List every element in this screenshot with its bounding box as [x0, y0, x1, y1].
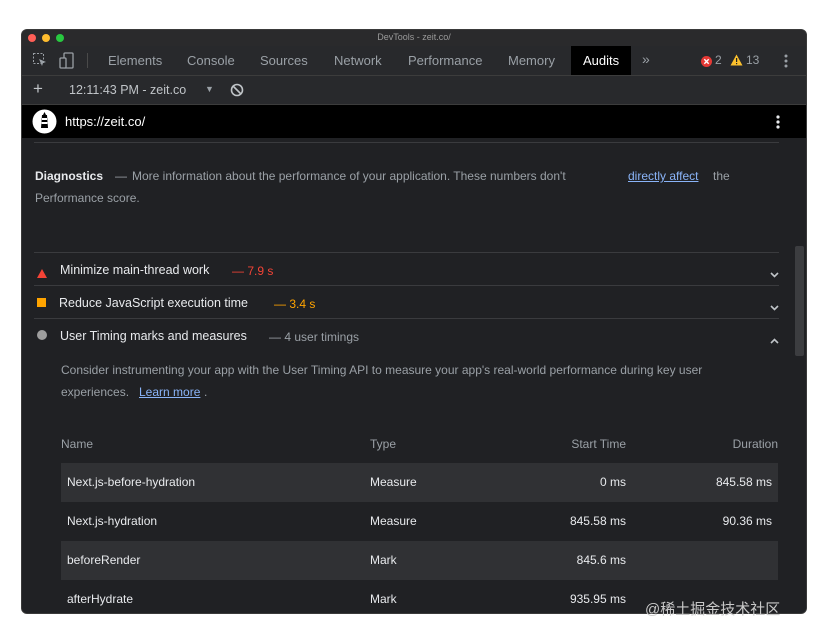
tab-sources[interactable]: Sources	[260, 46, 308, 75]
lighthouse-icon	[32, 109, 57, 139]
audit-value: — 3.4 s	[274, 297, 316, 311]
audits-toolbar: + 12:11:43 PM - zeit.co ▼	[22, 76, 806, 105]
table-row: beforeRender Mark 845.6 ms	[61, 541, 778, 580]
column-header-start-time: Start Time	[571, 437, 626, 451]
cell-start-time: 845.6 ms	[576, 553, 626, 567]
audit-reduce-js-execution[interactable]: Reduce JavaScript execution time — 3.4 s	[34, 285, 779, 319]
chevron-down-icon[interactable]: ▼	[205, 84, 214, 94]
diagnostics-dash: —	[115, 169, 127, 183]
cell-type: Mark	[370, 553, 397, 567]
kebab-menu-icon[interactable]	[784, 53, 788, 74]
more-tabs-icon[interactable]: »	[642, 51, 650, 67]
info-circle-icon	[37, 330, 47, 340]
tab-performance[interactable]: Performance	[408, 46, 482, 75]
report-url-bar: https://zeit.co/	[22, 105, 806, 138]
cell-start-time: 0 ms	[599, 475, 626, 489]
cell-type: Measure	[370, 475, 417, 489]
column-header-type: Type	[370, 437, 397, 451]
cell-duration: 90.36 ms	[722, 514, 772, 528]
tab-elements[interactable]: Elements	[108, 46, 162, 75]
audit-minimize-main-thread[interactable]: Minimize main-thread work — 7.9 s	[34, 252, 779, 286]
warning-icon	[730, 53, 743, 71]
audit-title: User Timing marks and measures	[60, 329, 247, 343]
table-row: Next.js-before-hydration Measure 0 ms 84…	[61, 463, 778, 502]
learn-more-link[interactable]: Learn more	[139, 385, 200, 399]
column-header-duration: Duration	[732, 437, 778, 451]
audit-title: Minimize main-thread work	[60, 263, 210, 277]
clear-icon[interactable]	[230, 83, 244, 102]
cell-type: Mark	[370, 592, 397, 606]
audit-title: Reduce JavaScript execution time	[59, 296, 248, 310]
tab-network[interactable]: Network	[334, 46, 382, 75]
cell-name: Next.js-hydration	[67, 514, 158, 528]
fail-triangle-icon	[37, 265, 47, 283]
inspect-element-icon[interactable]	[32, 52, 48, 73]
report-url[interactable]: https://zeit.co/	[65, 114, 145, 129]
tab-console[interactable]: Console	[187, 46, 235, 75]
panel-tab-bar: Elements Console Sources Network Perform…	[22, 46, 806, 76]
cell-duration: 845.58 ms	[715, 475, 772, 489]
toolbar-divider	[87, 53, 88, 68]
window-title: DevTools - zeit.co/	[377, 32, 451, 42]
audit-value: — 4 user timings	[269, 330, 360, 344]
warning-count[interactable]: 13	[746, 46, 759, 75]
user-timing-description: Consider instrumenting your app with the…	[61, 363, 703, 377]
cell-start-time: 845.58 ms	[569, 514, 626, 528]
tab-audits[interactable]: Audits	[571, 46, 632, 75]
diagnostics-title: Diagnostics	[35, 169, 104, 183]
section-divider	[34, 142, 779, 143]
average-square-icon	[37, 298, 46, 307]
cell-start-time: 935.95 ms	[569, 592, 626, 606]
report-content: Diagnostics — More information about the…	[22, 138, 806, 613]
diagnostics-description-line2: Performance score.	[35, 191, 140, 205]
diagnostics-description: More information about the performance o…	[132, 169, 566, 183]
cell-name: beforeRender	[67, 553, 141, 567]
learn-more-period: .	[204, 385, 208, 399]
audit-session-select[interactable]: 12:11:43 PM - zeit.co	[69, 83, 186, 97]
cell-name: Next.js-before-hydration	[67, 475, 196, 489]
new-audit-button[interactable]: +	[33, 79, 43, 99]
device-toolbar-icon[interactable]	[59, 52, 75, 74]
column-header-name: Name	[61, 437, 94, 451]
error-count[interactable]: 2	[715, 46, 722, 75]
chevron-up-icon[interactable]	[770, 331, 779, 344]
user-timing-description-line2: experiences.	[61, 385, 130, 399]
diagnostics-description-end: the	[713, 169, 730, 183]
chevron-down-icon[interactable]	[770, 298, 779, 311]
tab-memory[interactable]: Memory	[508, 46, 555, 75]
cell-type: Measure	[370, 514, 417, 528]
table-row: Next.js-hydration Measure 845.58 ms 90.3…	[61, 502, 778, 541]
devtools-window: DevTools - zeit.co/ Elements Console Sou…	[22, 30, 806, 613]
watermark: @稀土掘金技术社区	[645, 601, 781, 618]
audit-value: — 7.9 s	[232, 264, 274, 278]
report-menu-icon[interactable]	[776, 114, 780, 135]
vertical-scrollbar[interactable]	[795, 246, 804, 356]
title-bar: DevTools - zeit.co/	[22, 30, 806, 46]
error-icon	[701, 54, 712, 72]
audit-user-timing[interactable]: User Timing marks and measures — 4 user …	[34, 318, 779, 353]
chevron-down-icon[interactable]	[770, 265, 779, 278]
cell-name: afterHydrate	[67, 592, 134, 606]
directly-affect-link[interactable]: directly affect	[628, 169, 698, 183]
